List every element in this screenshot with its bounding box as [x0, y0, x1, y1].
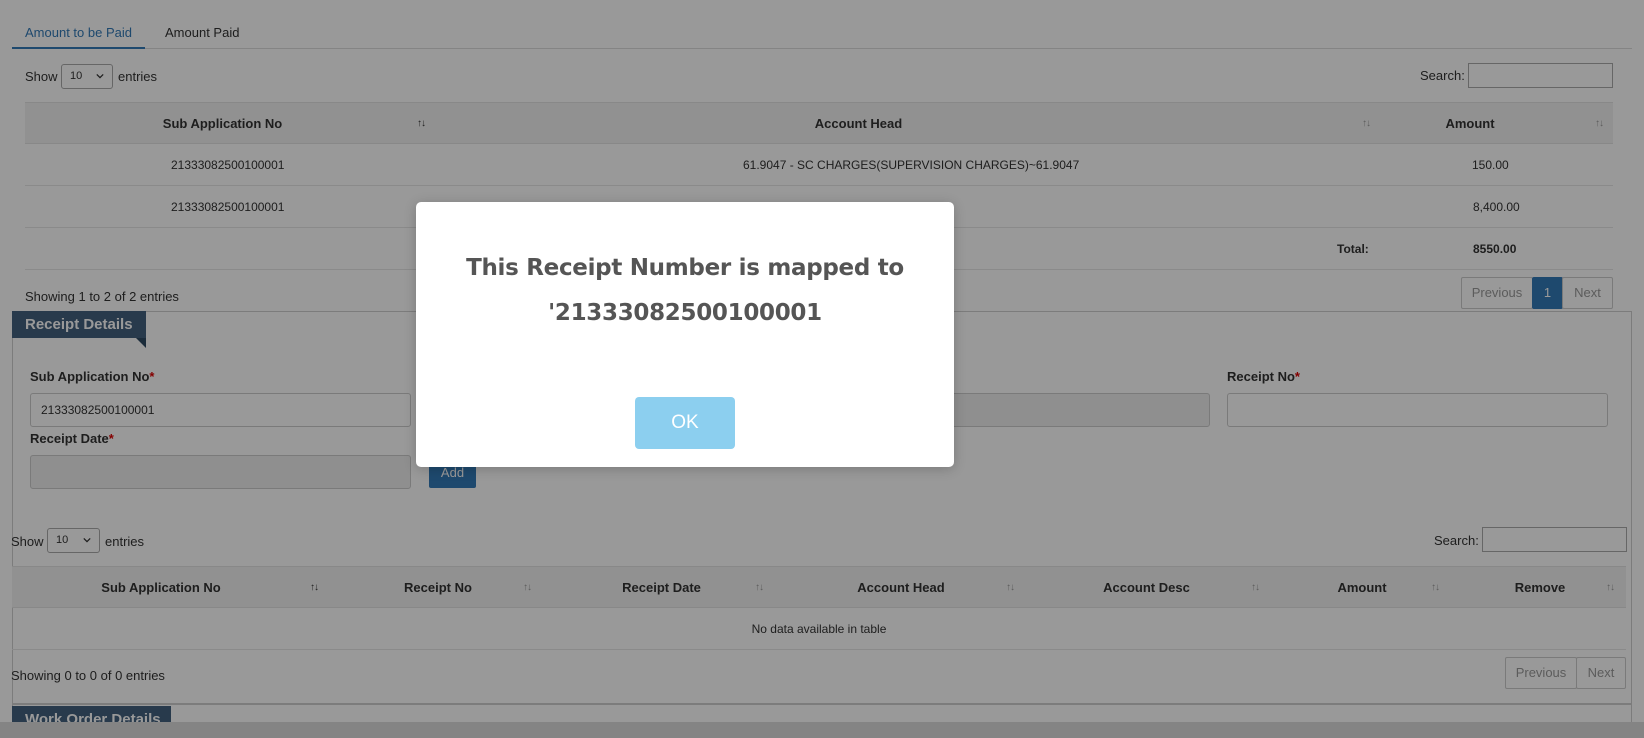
alert-message-line-1: This Receipt Number is mapped to: [466, 255, 904, 281]
alert-message: This Receipt Number is mapped to '213330…: [416, 246, 954, 336]
ok-button[interactable]: OK: [635, 397, 735, 449]
alert-dialog: This Receipt Number is mapped to '213330…: [416, 202, 954, 467]
alert-message-line-2: '21333082500100001: [548, 300, 822, 326]
